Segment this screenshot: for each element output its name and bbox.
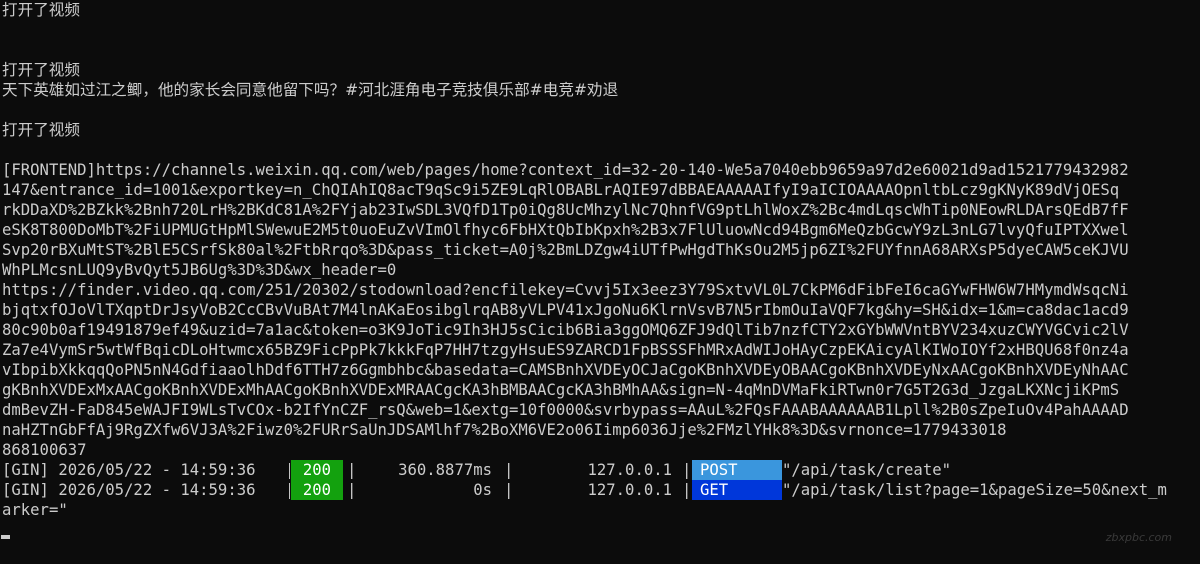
- log-line: 天下英雄如过江之鲫，他的家长会同意他留下吗？#河北涯角电子竞技俱乐部#电竞#劝退: [2, 81, 619, 99]
- log-line: rkDDaXD%2BZkk%2Bnh720LrH%2BKdC81A%2FYjab…: [2, 201, 1129, 219]
- column-separator: |: [347, 481, 357, 499]
- watermark: zbxpbc.com: [1105, 531, 1172, 544]
- terminal-output[interactable]: 打开了视频 打开了视频 天下英雄如过江之鲫，他的家长会同意他留下吗？#河北涯角电…: [2, 0, 1200, 520]
- gin-log-row: [GIN] 2026/05/22 - 14:59:36 | 200 | 0s |…: [2, 480, 1200, 500]
- log-line: Svp20rBXuMtST%2BlE5CSrfSk80al%2FtbRrqo%3…: [2, 241, 1129, 259]
- log-line: dmBevZH-FaD845eWAJFI9WLsTvCOx-b2IfYnCZF_…: [2, 401, 1129, 419]
- http-method-badge: POST: [692, 460, 782, 480]
- text-cursor: [1, 535, 10, 539]
- log-line: eSK8T800DoMbT%2FiUPMUGtHpMlSWewuE2M5t0uo…: [2, 221, 1129, 239]
- status-code-badge: 200: [290, 460, 344, 480]
- log-line: gKBnhXVDExMxAACgoKBnhXVDExMhAACgoKBnhXVD…: [2, 381, 1120, 399]
- log-line: https://finder.video.qq.com/251/20302/st…: [2, 281, 1129, 299]
- log-line: 80c90b0af19491879ef49&uzid=7a1ac&token=o…: [2, 321, 1129, 339]
- gin-log-prefix: [GIN] 2026/05/22 - 14:59:36: [2, 461, 265, 479]
- status-code-badge: 200: [290, 480, 344, 500]
- log-line: [FRONTEND]https://channels.weixin.qq.com…: [2, 161, 1129, 179]
- latency-value: 360.8877ms: [398, 461, 492, 479]
- log-line: WhPLMcsnLUQ9yBvQyt5JB6Ug%3D%3D&wx_header…: [2, 261, 397, 279]
- request-path: "/api/task/list?page=1&pageSize=50&next_…: [782, 481, 1167, 499]
- log-line: bjqtxfOJoVlTXqptDrJsyVoB2CcCBvVuBAt7M4ln…: [2, 301, 1129, 319]
- gin-log-row: [GIN] 2026/05/22 - 14:59:36 | 200 | 360.…: [2, 460, 1200, 480]
- log-line: vIbpibXkkqqQoPN5nN4GdfiaaolhDdf6TTH7z6Gg…: [2, 361, 1129, 379]
- column-separator: |: [682, 461, 692, 479]
- log-line: 打开了视频: [2, 61, 80, 79]
- column-separator: |: [682, 481, 692, 499]
- column-separator: |: [504, 481, 514, 499]
- column-separator: |: [347, 461, 357, 479]
- log-line: 打开了视频: [2, 1, 80, 19]
- gin-log-prefix: [GIN] 2026/05/22 - 14:59:36: [2, 481, 265, 499]
- log-line: Za7e4VymSr5wtWfBqicDLoHtwmcx65BZ9FicPpPk…: [2, 341, 1129, 359]
- log-line: 868100637: [2, 441, 87, 459]
- latency-value: 0s: [473, 481, 492, 499]
- client-ip: 127.0.0.1: [587, 461, 673, 479]
- log-line: naHZTnGbFfAj9RgZXfw6VJ3A%2Fiwz0%2FURrSaU…: [2, 421, 1007, 439]
- log-line: 147&entrance_id=1001&exportkey=n_ChQIAhI…: [2, 181, 1120, 199]
- log-line: arker=": [2, 501, 68, 519]
- http-method-badge: GET: [692, 480, 782, 500]
- column-separator: |: [504, 461, 514, 479]
- log-line: 打开了视频: [2, 121, 80, 139]
- client-ip: 127.0.0.1: [587, 481, 673, 499]
- request-path: "/api/task/create": [782, 461, 951, 479]
